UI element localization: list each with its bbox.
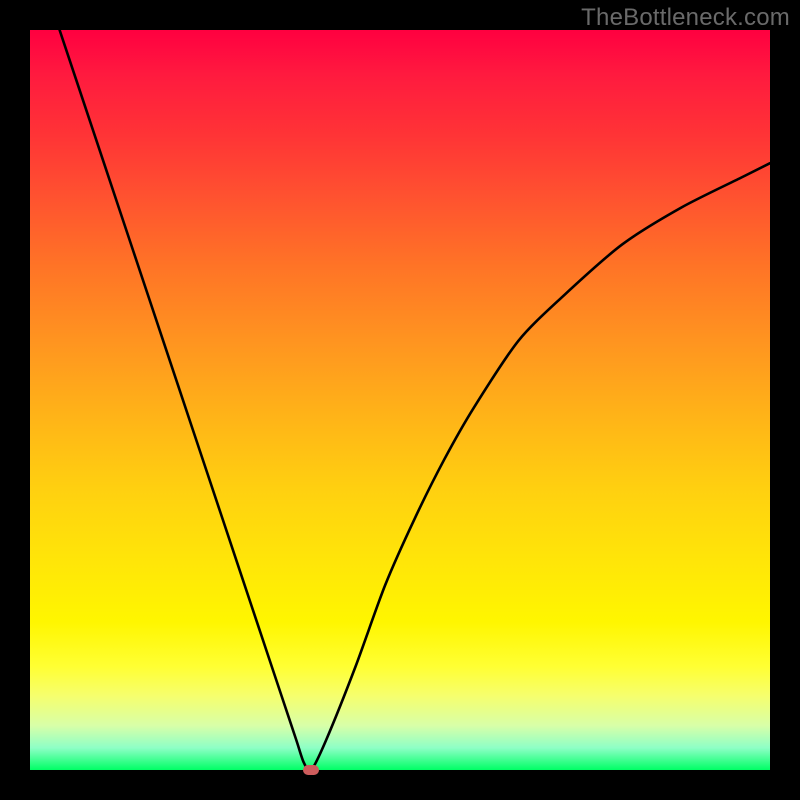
chart-frame: TheBottleneck.com: [0, 0, 800, 800]
curve-svg: [30, 30, 770, 770]
minimum-marker: [303, 765, 319, 775]
plot-area: [30, 30, 770, 770]
bottleneck-curve-line: [60, 30, 770, 771]
watermark-text: TheBottleneck.com: [581, 4, 790, 32]
